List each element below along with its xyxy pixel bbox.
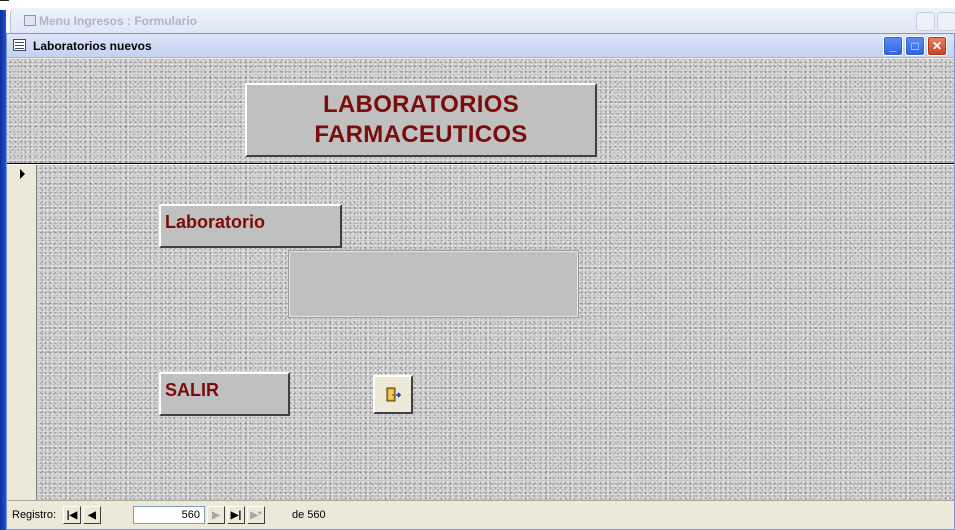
background-window[interactable]: Menu Ingresos : Formulario xyxy=(10,8,955,36)
record-count: de 560 xyxy=(292,509,326,521)
laboratorio-label: Laboratorio xyxy=(159,204,342,248)
background-minimize-button[interactable] xyxy=(916,12,935,31)
record-navigation-bar: Registro: |◀ ◀ 560 ▶ ▶| ▶* de 560 xyxy=(7,500,954,529)
form-detail xyxy=(7,165,954,500)
title-bar[interactable]: Laboratorios nuevos _ □ ✕ xyxy=(7,34,954,58)
salir-label: SALIR xyxy=(159,372,290,416)
form-title-label: LABORATORIOS FARMACEUTICOS xyxy=(245,83,597,157)
minimize-button[interactable]: _ xyxy=(883,36,903,56)
laboratorio-field[interactable] xyxy=(288,250,579,318)
background-window-title: Menu Ingresos : Formulario xyxy=(39,14,198,28)
close-button[interactable]: ✕ xyxy=(927,36,947,56)
maximize-button[interactable]: □ xyxy=(905,36,925,56)
record-number-input[interactable]: 560 xyxy=(133,506,205,524)
last-record-button[interactable]: ▶| xyxy=(227,506,245,524)
record-selector[interactable] xyxy=(7,165,37,500)
first-record-button[interactable]: |◀ xyxy=(63,506,81,524)
record-label: Registro: xyxy=(12,509,57,521)
form-icon xyxy=(24,15,36,26)
new-record-button[interactable]: ▶* xyxy=(247,506,265,524)
exit-button[interactable] xyxy=(373,375,413,414)
form-icon xyxy=(13,39,26,51)
previous-record-button[interactable]: ◀ xyxy=(83,506,101,524)
background-maximize-button[interactable] xyxy=(937,12,955,31)
form-window: Laboratorios nuevos _ □ ✕ LABORATORIOS F… xyxy=(6,33,955,530)
door-exit-icon xyxy=(386,387,401,401)
window-title: Laboratorios nuevos xyxy=(33,39,152,53)
corner-line xyxy=(0,0,9,1)
next-record-button[interactable]: ▶ xyxy=(207,506,225,524)
form-title-line1: LABORATORIOS xyxy=(322,91,520,118)
current-record-arrow-icon xyxy=(20,169,25,179)
form-title-line2: FARMACEUTICOS xyxy=(314,121,528,148)
